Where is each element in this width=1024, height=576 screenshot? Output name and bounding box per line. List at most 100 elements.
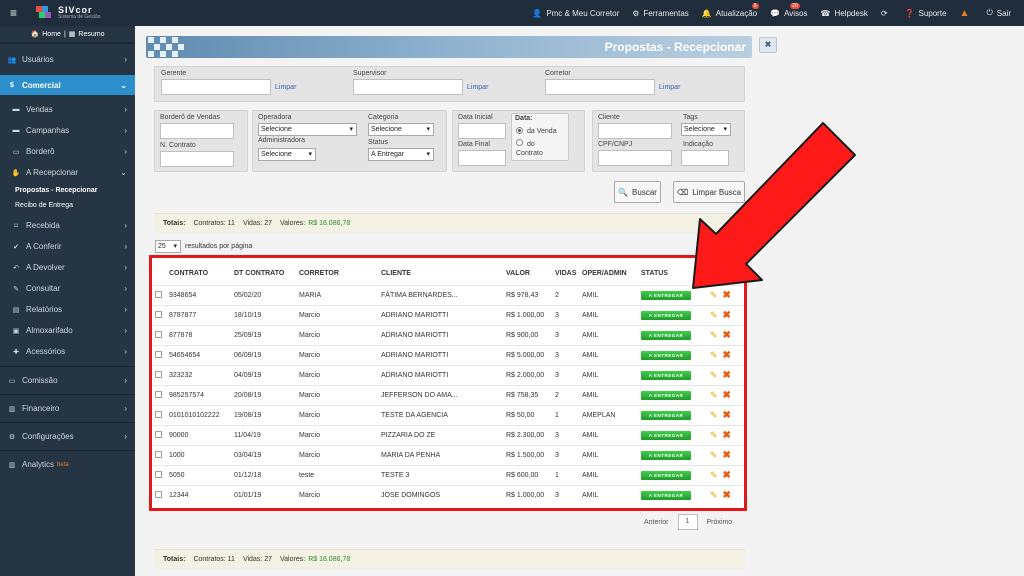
row-checkbox[interactable] xyxy=(155,470,162,478)
row-checkbox[interactable] xyxy=(155,490,162,498)
gerente-input[interactable] xyxy=(161,79,271,95)
delete-x-icon[interactable]: ✖ xyxy=(723,410,731,421)
status-badge[interactable]: A ENTREGAR xyxy=(641,390,691,400)
edit-pencil-icon[interactable]: ✎ xyxy=(710,330,718,340)
delete-x-icon[interactable]: ✖ xyxy=(723,490,731,501)
sidebar-item-analytics[interactable]: ▥ Analytics beta xyxy=(0,450,135,478)
sidebar-sub-recibo-entrega[interactable]: Recibo de Entrega xyxy=(0,198,135,213)
edit-pencil-icon[interactable]: ✎ xyxy=(710,390,718,400)
row-checkbox[interactable] xyxy=(155,290,162,298)
sidebar-item-configuracoes[interactable]: ⚙ Configurações › xyxy=(0,422,135,450)
delete-x-icon[interactable]: ✖ xyxy=(723,390,731,401)
table-row[interactable]: 9348654 05/02/20 MARIA FÁTIMA BERNARDES... R… xyxy=(152,284,744,305)
resumo-link[interactable]: Resumo xyxy=(78,31,104,38)
radio-da-venda[interactable] xyxy=(516,127,523,134)
app-logo[interactable]: SIVcor Sistema de Gestão xyxy=(36,6,101,20)
nav-avisos[interactable]: 💬 Avisos 20 xyxy=(770,2,808,18)
radio-do-contrato[interactable] xyxy=(516,139,523,146)
hamburger-menu-icon[interactable]: ≡ xyxy=(10,6,28,20)
row-checkbox[interactable] xyxy=(155,310,162,318)
data-inicial-input[interactable] xyxy=(458,123,506,139)
row-checkbox[interactable] xyxy=(155,370,162,378)
sidebar-item-relatorios[interactable]: ▤ Relatórios › xyxy=(0,299,135,320)
row-checkbox[interactable] xyxy=(155,330,162,338)
status-badge[interactable]: A ENTREGAR xyxy=(641,410,691,420)
n-contrato-input[interactable] xyxy=(160,151,234,167)
operadora-select[interactable]: Selecione xyxy=(258,123,357,136)
supervisor-limpar-link[interactable]: Limpar xyxy=(467,84,488,91)
table-row[interactable]: 5050 01/12/18 teste TESTE 3 R$ 600,00 1 AMIL A … xyxy=(152,464,744,485)
edit-pencil-icon[interactable]: ✎ xyxy=(710,490,718,500)
data-final-input[interactable] xyxy=(458,150,506,166)
bordero-vendas-input[interactable] xyxy=(160,123,234,139)
nav-refresh[interactable]: ⟳ xyxy=(881,9,892,18)
sidebar-item-campanhas[interactable]: ▬ Campanhas › xyxy=(0,120,135,141)
pager-page-1[interactable]: 1 xyxy=(677,514,698,530)
nav-sair[interactable]: ⏻ Sair xyxy=(986,8,1011,18)
per-page-select[interactable]: 25 xyxy=(155,240,181,253)
administradora-select[interactable]: Selecione xyxy=(258,148,316,161)
col-cliente[interactable]: CLIENTE xyxy=(381,258,506,285)
status-badge[interactable]: A ENTREGAR xyxy=(641,350,691,360)
col-contrato[interactable]: CONTRATO xyxy=(169,258,234,285)
gerente-limpar-link[interactable]: Limpar xyxy=(275,84,296,91)
delete-x-icon[interactable]: ✖ xyxy=(723,370,731,381)
sidebar-item-recebida[interactable]: ⌑ Recebida › xyxy=(0,215,135,236)
sidebar-item-a-conferir[interactable]: ✔ A Conferir › xyxy=(0,236,135,257)
nav-suporte[interactable]: ❓ Suporte xyxy=(905,9,947,18)
table-row[interactable]: 90000 11/04/19 Marcio PIZZARIA DO ZE R$ 2.30… xyxy=(152,424,744,445)
status-badge[interactable]: A ENTREGAR xyxy=(641,310,691,320)
sidebar-item-a-recepcionar[interactable]: ✋ A Recepcionar ⌄ xyxy=(0,162,135,183)
delete-x-icon[interactable]: ✖ xyxy=(723,430,731,441)
edit-pencil-icon[interactable]: ✎ xyxy=(710,310,718,320)
table-row[interactable]: 877878 25/09/19 Marcio ADRIANO MARIOTTI R$ 9… xyxy=(152,324,744,345)
table-row[interactable]: 323232 04/09/19 Marcio ADRIANO MARIOTTI R$ 2… xyxy=(152,364,744,385)
nav-atualizacao[interactable]: 🔔 Atualização 6 xyxy=(702,2,759,18)
cpf-cnpj-input[interactable] xyxy=(598,150,672,166)
status-badge[interactable]: A ENTREGAR xyxy=(641,450,691,460)
nav-warning[interactable]: ▲ xyxy=(960,8,974,19)
sidebar-item-financeiro[interactable]: ▥ Financeiro › xyxy=(0,394,135,422)
table-row[interactable]: 54654654 06/09/19 Marcio ADRIANO MARIOTTI R$… xyxy=(152,344,744,365)
categoria-select[interactable]: Selecione xyxy=(368,123,434,136)
supervisor-input[interactable] xyxy=(353,79,463,95)
sidebar-item-acessorios[interactable]: ✚ Acessórios › xyxy=(0,341,135,362)
nav-helpdesk[interactable]: ☎ Helpdesk xyxy=(821,9,868,18)
edit-pencil-icon[interactable]: ✎ xyxy=(710,350,718,360)
buscar-button[interactable]: 🔍 Buscar xyxy=(614,181,661,203)
col-oper-admin[interactable]: OPER/ADMIN xyxy=(582,258,641,285)
close-button[interactable]: ✖ xyxy=(759,37,777,53)
cliente-input[interactable] xyxy=(598,123,672,139)
status-badge[interactable]: A ENTREGAR xyxy=(641,430,691,440)
sidebar-item-comercial[interactable]: $ Comercial ⌄ xyxy=(0,75,135,95)
delete-x-icon[interactable]: ✖ xyxy=(723,350,731,361)
sidebar-item-almoxarifado[interactable]: ▣ Almoxarifado › xyxy=(0,320,135,341)
corretor-limpar-link[interactable]: Limpar xyxy=(659,84,680,91)
sidebar-item-a-devolver[interactable]: ↶ A Devolver › xyxy=(0,257,135,278)
edit-pencil-icon[interactable]: ✎ xyxy=(710,430,718,440)
row-checkbox[interactable] xyxy=(155,350,162,358)
nav-meu-corretor[interactable]: 👤 Pmc & Meu Corretor xyxy=(532,9,619,18)
table-row[interactable]: 12344 01/01/19 Marcio JOSE DOMINGOS R$ 1.000… xyxy=(152,484,744,505)
status-badge[interactable]: A ENTREGAR xyxy=(641,370,691,380)
edit-pencil-icon[interactable]: ✎ xyxy=(710,470,718,480)
delete-x-icon[interactable]: ✖ xyxy=(723,450,731,461)
delete-x-icon[interactable]: ✖ xyxy=(723,330,731,341)
col-dt-contrato[interactable]: DT CONTRATO xyxy=(234,258,299,285)
delete-x-icon[interactable]: ✖ xyxy=(723,310,731,321)
nav-ferramentas[interactable]: ⚙ Ferramentas xyxy=(632,9,689,18)
sidebar-item-vendas[interactable]: ▬ Vendas › xyxy=(0,99,135,120)
delete-x-icon[interactable]: ✖ xyxy=(723,470,731,481)
sidebar-item-usuarios[interactable]: 👥 Usuários › xyxy=(0,43,135,75)
home-link[interactable]: Home xyxy=(42,31,61,38)
status-badge[interactable]: A ENTREGAR xyxy=(641,490,691,500)
edit-pencil-icon[interactable]: ✎ xyxy=(710,370,718,380)
sidebar-item-comissao[interactable]: ▭ Comissão › xyxy=(0,366,135,394)
status-select[interactable]: A Entregar xyxy=(368,148,434,161)
table-row[interactable]: 0101010102222 19/08/19 Marcio TESTE DA AGEN… xyxy=(152,404,744,425)
pager-prev[interactable]: Anterior xyxy=(644,519,669,526)
col-corretor[interactable]: CORRETOR xyxy=(299,258,381,285)
table-row[interactable]: 8787877 18/10/19 Marcio ADRIANO MARIOTTI R$ … xyxy=(152,304,744,325)
col-vidas[interactable]: VIDAS xyxy=(555,258,582,285)
row-checkbox[interactable] xyxy=(155,430,162,438)
